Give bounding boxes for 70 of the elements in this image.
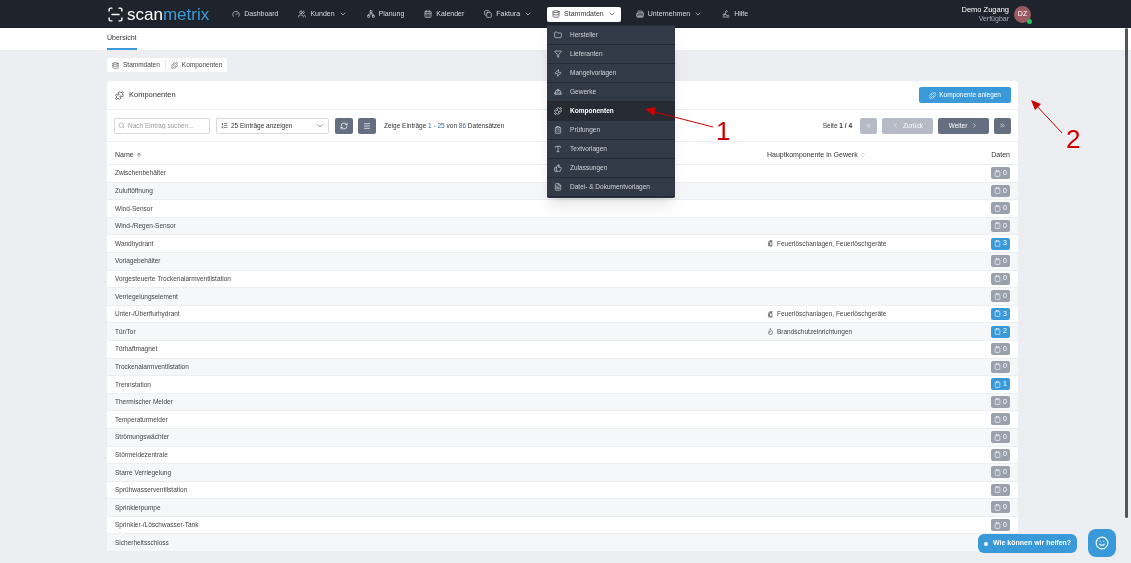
chevron-down-icon xyxy=(607,10,616,18)
clipboard-icon xyxy=(994,486,1002,494)
signature-icon xyxy=(722,10,731,18)
folder-icon xyxy=(554,30,563,39)
clipboard-icon xyxy=(994,292,1002,300)
users-icon xyxy=(298,10,307,18)
thumbs-up-icon xyxy=(554,163,563,172)
refresh-icon xyxy=(340,121,348,130)
clipboard-icon xyxy=(994,169,1002,177)
clipboard-icon xyxy=(554,125,563,134)
extinguisher-icon xyxy=(767,310,774,318)
clipboard-icon xyxy=(994,398,1002,406)
sort-ascending-icon xyxy=(135,151,142,158)
clipboard-icon xyxy=(994,222,1002,230)
annotation-label: 2 xyxy=(1066,126,1081,152)
clipboard-icon xyxy=(994,521,1002,529)
logo-icon xyxy=(107,5,124,23)
network-icon xyxy=(366,10,375,18)
letter-icon xyxy=(554,144,563,153)
chat-button[interactable] xyxy=(1088,529,1116,557)
clipboard-icon xyxy=(994,275,1002,283)
sort-icon xyxy=(859,151,866,158)
search-icon xyxy=(118,122,125,129)
logo: scanmetrix xyxy=(127,5,210,23)
first-page-icon xyxy=(865,122,872,129)
list-icon xyxy=(221,122,228,129)
puzzle-icon xyxy=(929,91,937,99)
chevron-left-icon xyxy=(892,122,900,129)
building-icon xyxy=(635,10,644,18)
clipboard-icon xyxy=(994,380,1002,388)
funnel-icon xyxy=(554,49,563,58)
annotation-arrow xyxy=(645,106,714,128)
copy-icon xyxy=(484,10,493,18)
chevron-down-icon xyxy=(694,10,703,18)
clipboard-icon xyxy=(994,451,1002,459)
chevron-down-icon xyxy=(338,10,347,18)
chevron-down-icon xyxy=(524,10,533,18)
calendar-icon xyxy=(424,10,433,18)
gauge-icon xyxy=(232,10,241,18)
clipboard-icon xyxy=(994,433,1002,441)
database-icon xyxy=(552,10,561,18)
puzzle-icon xyxy=(554,106,563,115)
clipboard-icon xyxy=(994,416,1002,423)
clipboard-icon xyxy=(994,363,1002,371)
flame-icon xyxy=(767,328,774,336)
last-page-icon xyxy=(999,122,1006,129)
annotation-label: 1 xyxy=(716,118,731,144)
extinguisher-icon xyxy=(767,240,774,248)
puzzle-icon xyxy=(115,90,124,100)
pager-button[interactable] xyxy=(994,117,1011,134)
database-icon xyxy=(112,61,119,69)
menu-icon xyxy=(363,121,371,130)
helmet-icon xyxy=(554,87,563,96)
clipboard-icon xyxy=(994,468,1002,476)
clipboard-icon xyxy=(994,345,1002,353)
menu-button[interactable] xyxy=(358,117,376,134)
document-icon xyxy=(554,182,563,191)
smiley-icon xyxy=(1095,536,1109,550)
clipboard-icon xyxy=(994,257,1002,265)
chevron-right-icon xyxy=(971,122,979,129)
annotation-arrow xyxy=(1031,100,1063,134)
clipboard-icon xyxy=(994,187,1002,195)
clipboard-icon xyxy=(994,204,1002,212)
refresh-button[interactable] xyxy=(335,117,353,134)
clipboard-icon xyxy=(994,240,1002,248)
clipboard-icon xyxy=(994,503,1002,511)
clipboard-icon xyxy=(994,310,1002,318)
lightning-icon xyxy=(554,68,563,77)
puzzle-icon xyxy=(170,61,178,69)
clipboard-icon xyxy=(994,328,1002,335)
